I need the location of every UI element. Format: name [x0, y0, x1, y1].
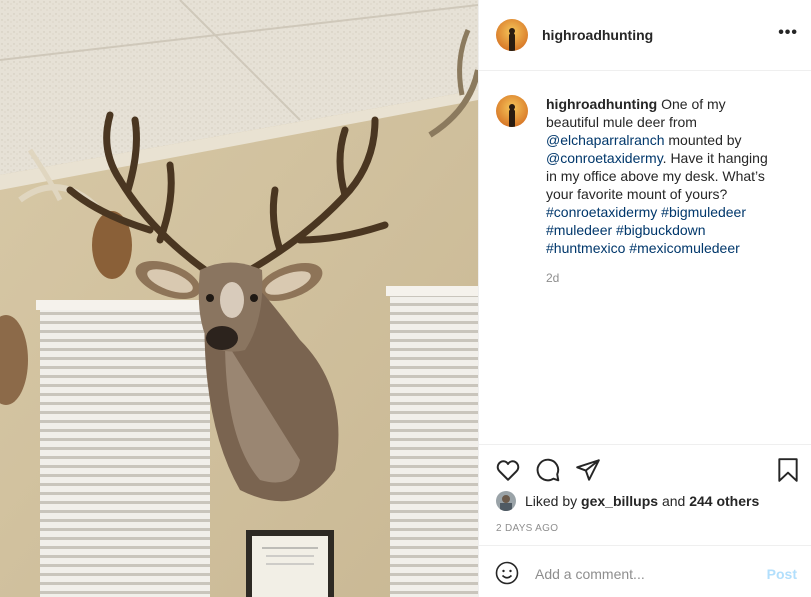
hashtag-link[interactable]: #mexicomuledeer [629, 240, 740, 256]
caption-username[interactable]: highroadhunting [546, 96, 657, 112]
likes-count-link[interactable]: 244 others [689, 493, 759, 509]
hashtag-link[interactable]: #conroetaxidermy [546, 204, 657, 220]
actions-divider [479, 444, 811, 445]
bookmark-icon[interactable] [775, 457, 801, 488]
post-caption: highroadhunting One of my beautiful mule… [496, 95, 796, 257]
mention-link[interactable]: @conroetaxidermy [546, 150, 663, 166]
likes-prefix: Liked by [525, 493, 578, 509]
author-avatar[interactable] [496, 19, 528, 51]
post-comment-button[interactable]: Post [767, 566, 797, 582]
more-horizontal-icon[interactable]: ••• [778, 24, 798, 42]
hashtag-link[interactable]: #huntmexico [546, 240, 625, 256]
caption-author-avatar[interactable] [496, 95, 528, 127]
hashtag-link[interactable]: #bigbuckdown [616, 222, 706, 238]
post-details-panel: highroadhunting ••• highroadhunting One … [478, 0, 811, 597]
caption-text: highroadhunting One of my beautiful mule… [546, 95, 782, 257]
heart-icon[interactable] [495, 457, 521, 488]
caption-part: mounted by [664, 132, 742, 148]
liker-username[interactable]: gex_billups [581, 493, 658, 509]
smiley-icon[interactable] [495, 561, 519, 590]
post-photo[interactable] [0, 0, 478, 597]
hashtag-link[interactable]: #muledeer [546, 222, 612, 238]
caption-timestamp[interactable]: 2d [546, 271, 559, 285]
action-bar [495, 457, 801, 485]
author-username[interactable]: highroadhunting [542, 27, 653, 43]
comment-form: Add a comment... Post [479, 545, 811, 597]
post-date[interactable]: 2 DAYS AGO [496, 523, 558, 534]
comment-input[interactable]: Add a comment... [535, 566, 645, 582]
mention-link[interactable]: @elchaparralranch [546, 132, 665, 148]
likes-summary: Liked by gex_billups and 244 others [496, 491, 759, 511]
post-header: highroadhunting ••• [479, 0, 811, 71]
paper-plane-icon[interactable] [575, 457, 601, 488]
liker-avatar[interactable] [496, 491, 516, 511]
likes-and: and [661, 493, 686, 509]
comment-icon[interactable] [535, 457, 561, 488]
mule-deer-mount-image [0, 0, 478, 597]
hashtag-link[interactable]: #bigmuledeer [661, 204, 746, 220]
